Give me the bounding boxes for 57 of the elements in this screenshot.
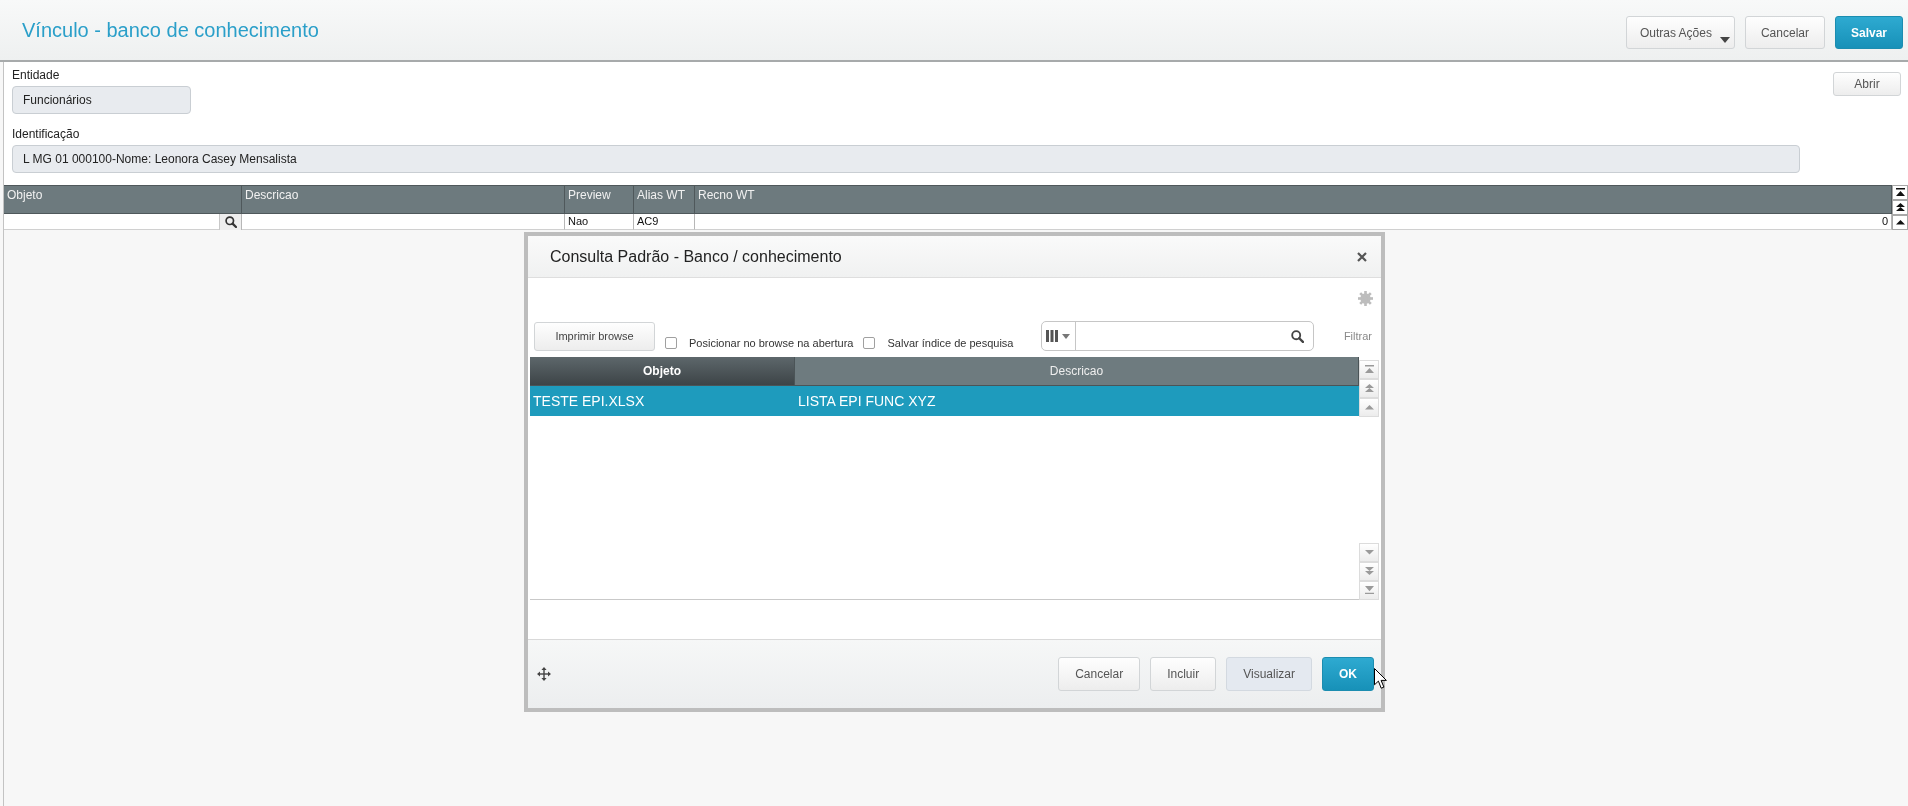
checkbox-label[interactable]: Posicionar no browse na abertura	[689, 337, 854, 349]
move-icon[interactable]	[537, 667, 551, 681]
scroll-down-button[interactable]	[1359, 543, 1379, 562]
view-button[interactable]: Visualizar	[1226, 657, 1312, 691]
checkbox[interactable]	[665, 337, 677, 349]
double-triangle-down-icon	[1364, 567, 1374, 576]
triangle-down-icon	[1364, 550, 1374, 555]
cancel-button[interactable]: Cancelar	[1058, 657, 1141, 691]
table-cell: Nao	[565, 214, 634, 230]
double-triangle-up-icon	[1364, 384, 1374, 393]
caret-icon	[1719, 37, 1730, 43]
bar-triangle-up-icon	[1364, 365, 1374, 374]
more-actions-button[interactable]: Outras Ações	[1625, 16, 1735, 49]
page-title: Vínculo - banco de conhecimento	[22, 18, 319, 43]
table-cell-text: LISTA EPI FUNC XYZ	[797, 392, 937, 411]
lookup-button[interactable]	[219, 214, 241, 230]
column-header: Preview	[565, 185, 634, 214]
open-button[interactable]: Abrir	[1833, 72, 1901, 96]
column-header[interactable]: Descricao	[795, 357, 1359, 386]
close-button[interactable]	[1357, 251, 1367, 262]
cancel-button[interactable]: Cancelar	[1744, 16, 1825, 49]
table-cell-text: TESTE EPI.XLSX	[532, 392, 646, 411]
scroll-up-button[interactable]	[1892, 215, 1908, 230]
field-label: Identificação	[12, 127, 81, 141]
scroll-top-button[interactable]	[1892, 185, 1908, 200]
triangle-up-icon	[1364, 405, 1374, 410]
column-header: Recno WT	[695, 185, 1892, 214]
columns-icon	[1046, 330, 1059, 342]
caret-icon	[1062, 333, 1071, 339]
column-header: Descricao	[242, 185, 565, 214]
checkbox[interactable]	[863, 337, 876, 349]
checkbox-label[interactable]: Salvar índice de pesquisa	[887, 337, 1014, 349]
page-down-button[interactable]	[1359, 562, 1379, 581]
search-field[interactable]	[1040, 321, 1314, 351]
search-icon[interactable]	[1290, 329, 1304, 343]
input-field[interactable]: Funcionários	[12, 86, 191, 114]
dialog-title: Consulta Padrão - Banco / conhecimento	[550, 247, 842, 266]
column-header: Alias WT	[634, 185, 695, 214]
filter-link[interactable]: Filtrar	[1343, 330, 1372, 342]
input-field[interactable]	[4, 214, 219, 230]
table-cell: AC9	[634, 214, 695, 230]
page-up-button[interactable]	[1892, 200, 1908, 215]
bar-triangle-down-icon	[1364, 586, 1374, 595]
print-button[interactable]: Imprimir browse	[534, 321, 655, 351]
settings-icon[interactable]	[1358, 290, 1373, 306]
double-triangle-up-icon	[1895, 203, 1905, 212]
input-field[interactable]: L MG 01 000100-Nome: Leonora Casey Mensalista	[12, 145, 1800, 173]
search-icon	[224, 216, 237, 228]
bar-triangle-up-icon	[1895, 188, 1905, 197]
include-button[interactable]: Incluir	[1150, 657, 1217, 691]
close-icon	[1357, 251, 1367, 262]
column-header[interactable]: Objeto	[530, 357, 795, 386]
triangle-up-icon	[1895, 220, 1905, 225]
table-cell: 0	[695, 214, 1892, 230]
field-label: Entidade	[12, 68, 61, 82]
scroll-bottom-button[interactable]	[1359, 581, 1379, 600]
column-header: Objeto	[4, 185, 242, 214]
